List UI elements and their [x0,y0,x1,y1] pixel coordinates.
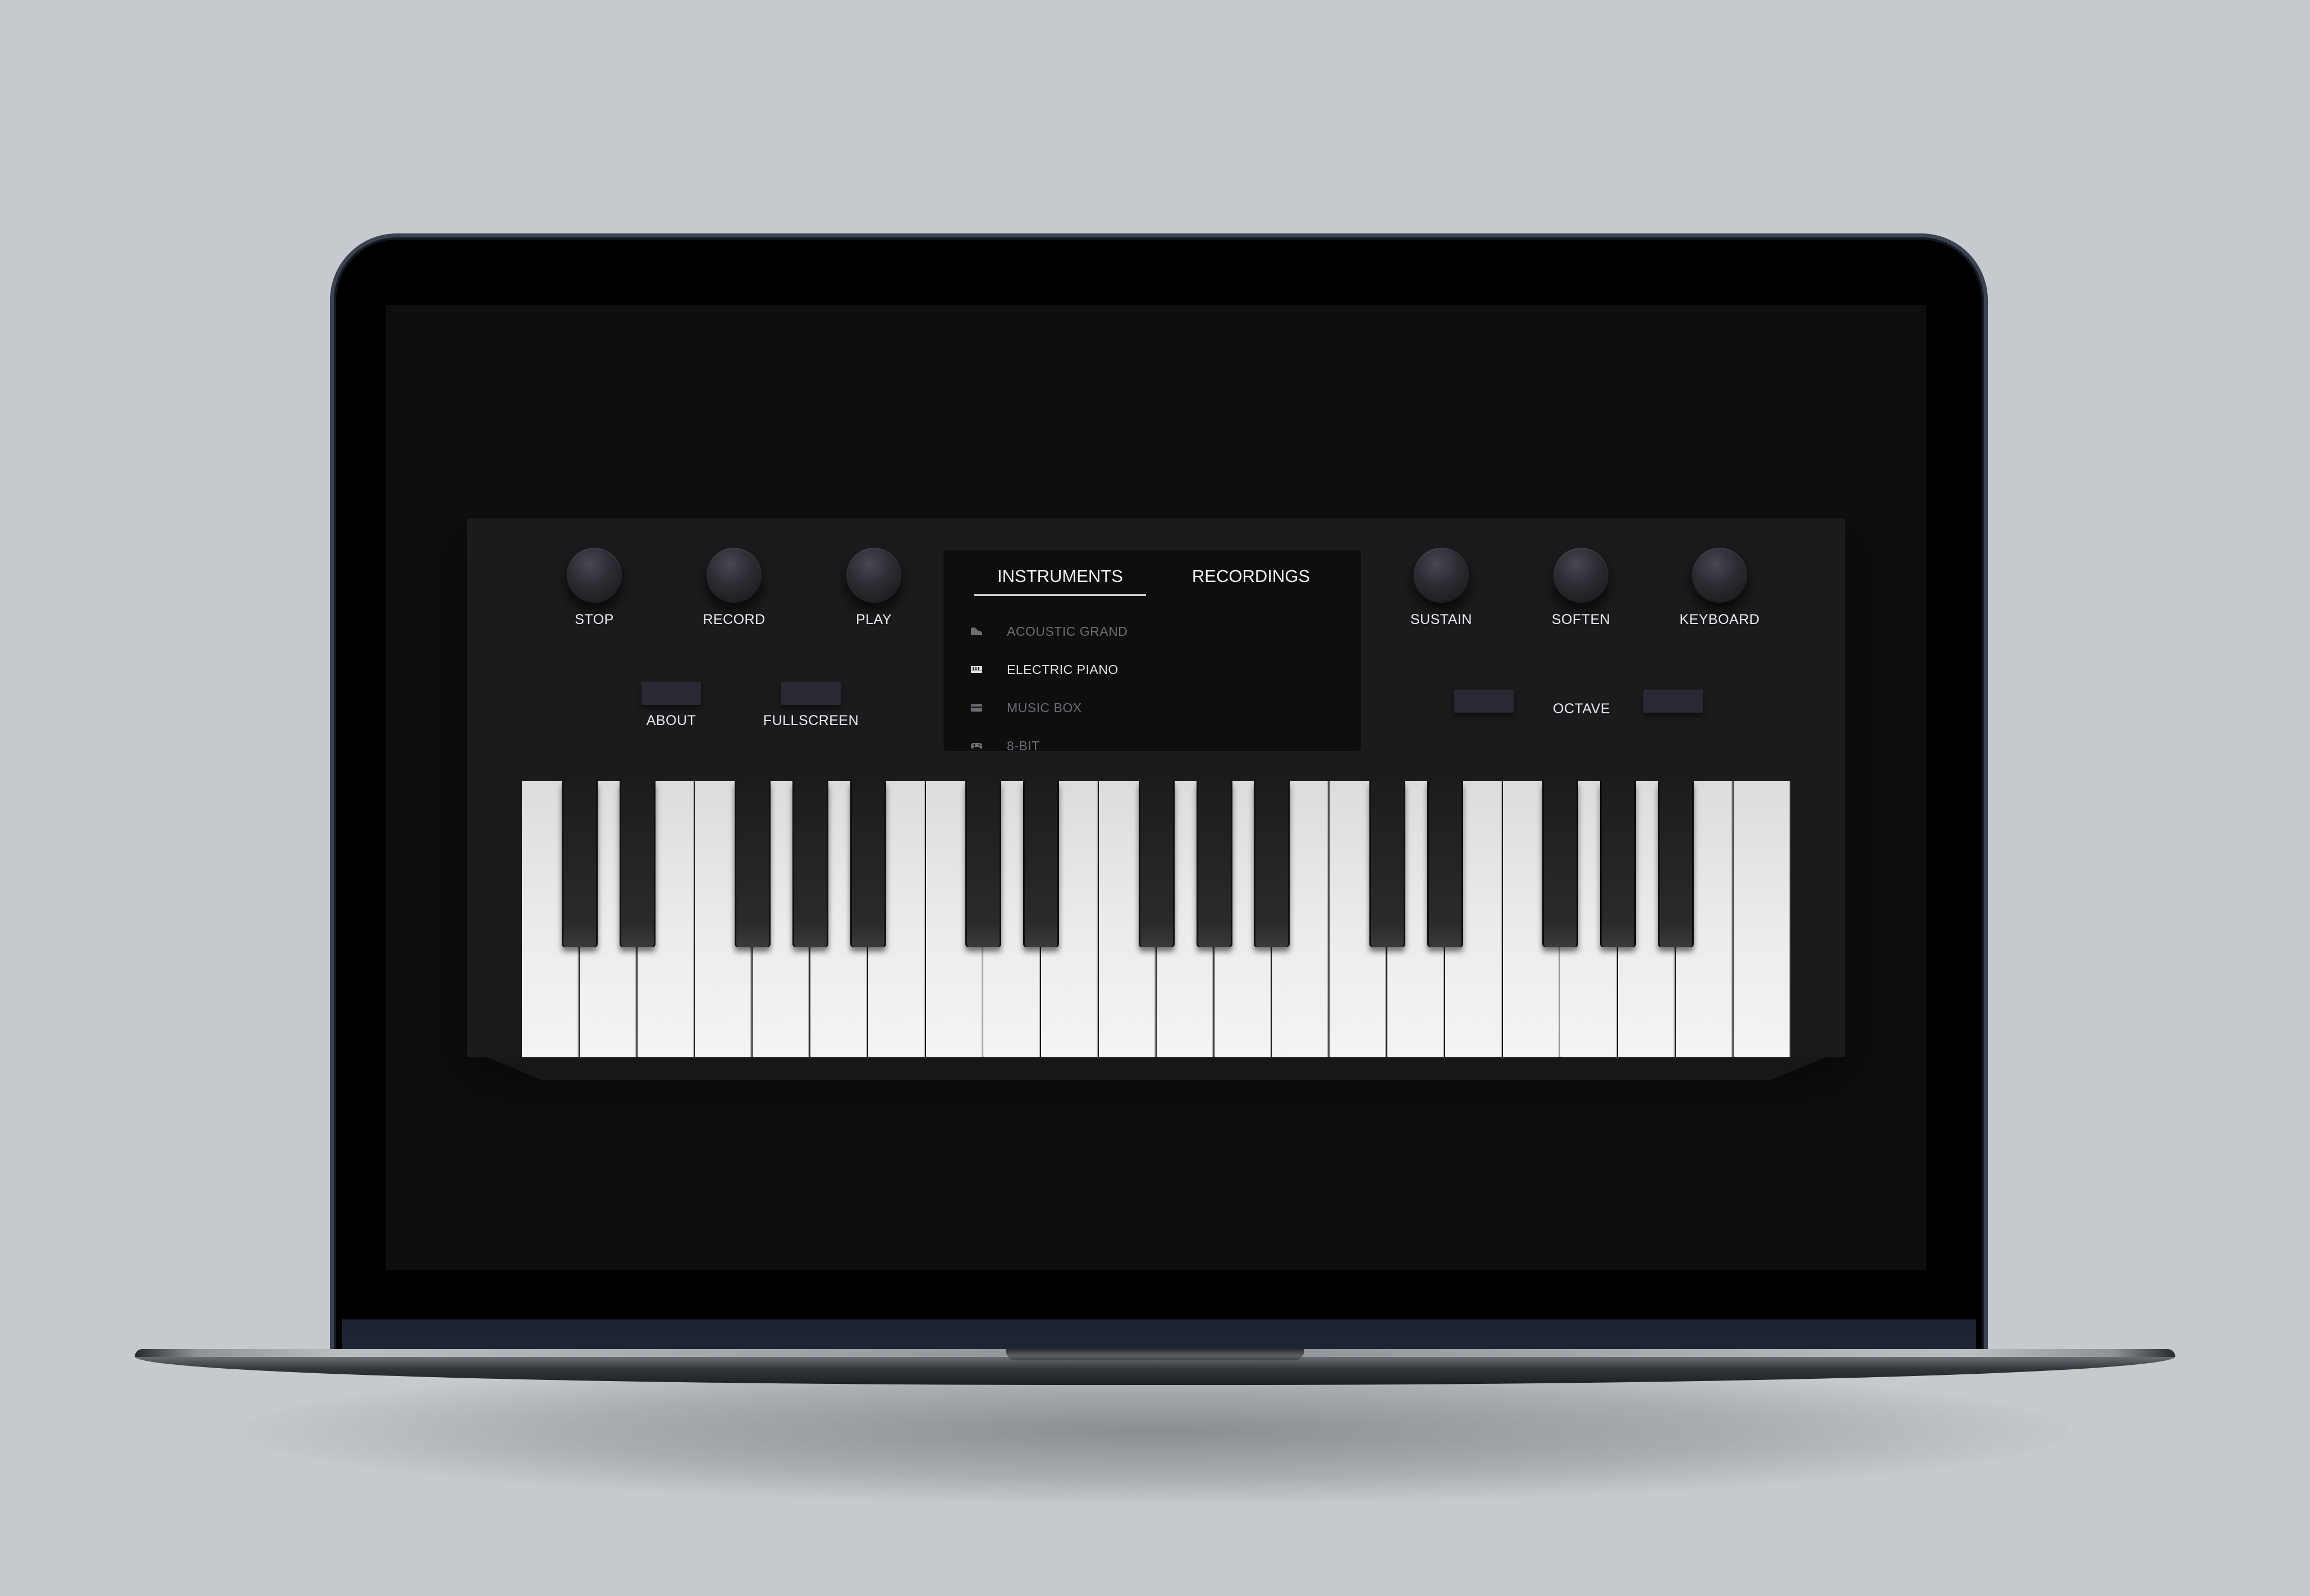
about-button[interactable] [641,682,701,705]
black-key[interactable] [1254,781,1290,947]
laptop-notch [1006,1349,1304,1360]
instrument-item-music-box[interactable]: MUSIC BOX [970,689,1340,727]
black-key[interactable] [735,781,771,947]
soften-knob[interactable] [1553,548,1608,603]
instrument-display: INSTRUMENTS RECORDINGS ACOUSTIC GRAND EL… [943,549,1362,751]
white-key[interactable] [1733,781,1790,1060]
play-knob[interactable] [846,548,901,603]
black-key[interactable] [561,781,598,947]
keyboard-label: KEYBOARD [1679,612,1760,627]
sustain-knob[interactable] [1414,548,1469,603]
black-key[interactable] [792,781,828,947]
sustain-control[interactable]: SUSTAIN [1396,548,1486,628]
app-screen: STOP RECORD PLAY SUSTAIN SOFTEN KEYBOARD… [386,305,1926,1270]
octave-label: OCTAVE [1553,701,1611,717]
stop-control[interactable]: STOP [549,548,639,628]
instrument-item-electric-piano[interactable]: ELECTRIC PIANO [970,650,1340,689]
record-control[interactable]: RECORD [689,548,779,628]
soften-control[interactable]: SOFTEN [1536,548,1626,628]
black-key[interactable] [1427,781,1463,947]
black-key[interactable] [850,781,886,947]
black-key[interactable] [1369,781,1405,947]
instrument-name: ELECTRIC PIANO [1007,662,1119,677]
instrument-item-acoustic-grand[interactable]: ACOUSTIC GRAND [970,612,1340,650]
black-key[interactable] [1196,781,1232,947]
play-label: PLAY [855,612,892,627]
black-key[interactable] [619,781,656,947]
soften-label: SOFTEN [1551,612,1611,627]
fullscreen-label: FULLSCREEN [763,713,859,728]
black-key[interactable] [1542,781,1579,947]
laptop-base [135,1349,2175,1385]
record-label: RECORD [703,612,766,627]
stop-knob[interactable] [567,548,622,603]
record-knob[interactable] [707,548,762,603]
instrument-list: ACOUSTIC GRAND ELECTRIC PIANO MUSIC BOX [970,612,1340,751]
grand-piano-icon [970,625,983,638]
gamepad-icon [970,739,983,751]
tab-recordings[interactable]: RECORDINGS [1165,566,1337,594]
synth-base [487,1057,1825,1080]
about-control[interactable]: ABOUT [609,682,733,729]
about-label: ABOUT [646,713,696,728]
black-key[interactable] [1658,781,1694,947]
fullscreen-control[interactable]: FULLSCREEN [749,682,873,729]
sustain-label: SUSTAIN [1410,612,1472,627]
keyboard-knob[interactable] [1692,548,1747,603]
black-key[interactable] [965,781,1002,947]
octave-down-button[interactable] [1454,690,1514,713]
piano-keyboard[interactable] [522,781,1791,1060]
music-box-icon [970,701,983,714]
octave-up-button[interactable] [1643,690,1703,713]
play-control[interactable]: PLAY [829,548,919,628]
instrument-name: ACOUSTIC GRAND [1007,623,1128,639]
black-key[interactable] [1138,781,1175,947]
synth-body: STOP RECORD PLAY SUSTAIN SOFTEN KEYBOARD… [467,519,1845,1060]
instrument-item-8-bit[interactable]: 8-BIT [970,727,1340,751]
keyboard-control[interactable]: KEYBOARD [1675,548,1764,628]
tab-instruments[interactable]: INSTRUMENTS [974,566,1146,596]
keyboard-icon [970,663,983,676]
black-key[interactable] [1023,781,1060,947]
black-key[interactable] [1600,781,1637,947]
instrument-name: 8-BIT [1007,738,1040,752]
fullscreen-button[interactable] [781,682,841,705]
stop-label: STOP [575,612,614,627]
instrument-name: MUSIC BOX [1007,700,1082,715]
